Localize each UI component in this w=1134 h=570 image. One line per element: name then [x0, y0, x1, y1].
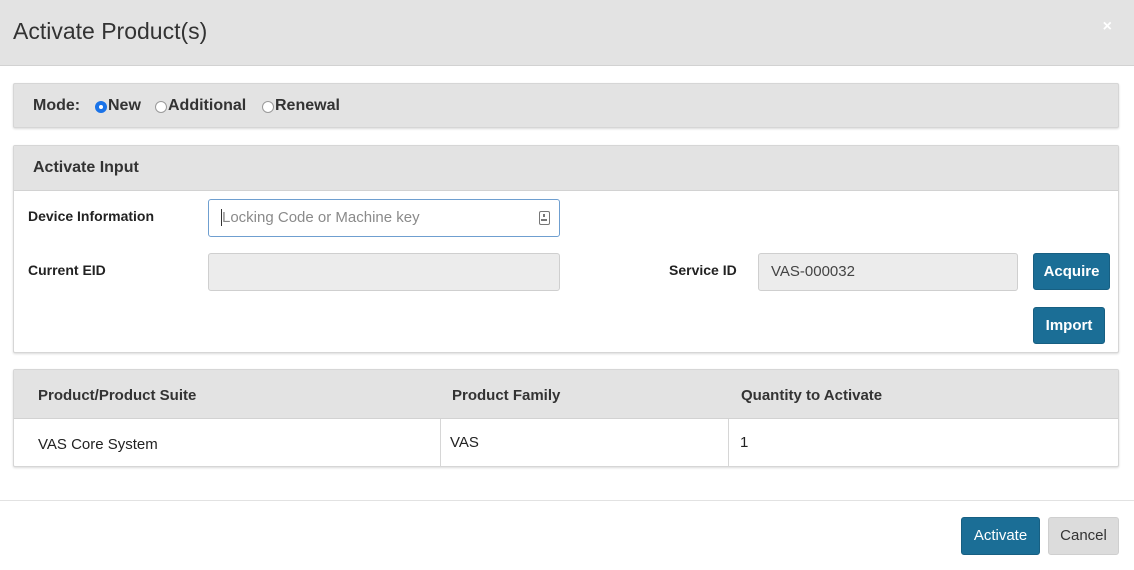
cancel-button[interactable]: Cancel: [1048, 517, 1119, 555]
acquire-button[interactable]: Acquire: [1033, 253, 1110, 290]
activate-button[interactable]: Activate: [961, 517, 1040, 555]
service-id-label: Service ID: [669, 262, 737, 278]
mode-option-label: Additional: [168, 97, 247, 114]
mode-option-label: New: [108, 97, 141, 114]
column-divider: [440, 419, 441, 467]
mode-option-renewal[interactable]: Renewal: [262, 97, 340, 115]
import-button[interactable]: Import: [1033, 307, 1105, 344]
table-header-row: Product/Product Suite Product Family Qua…: [14, 370, 1118, 419]
activate-input-header: Activate Input: [14, 146, 1118, 191]
mode-option-additional[interactable]: Additional: [155, 97, 246, 115]
device-information-input[interactable]: Locking Code or Machine key: [208, 199, 560, 237]
radio-additional[interactable]: [155, 101, 167, 113]
radio-new[interactable]: [95, 101, 107, 113]
device-information-label: Device Information: [28, 208, 155, 224]
activate-input-title: Activate Input: [33, 159, 139, 176]
radio-renewal[interactable]: [262, 101, 274, 113]
mode-option-label: Renewal: [275, 97, 340, 114]
close-button[interactable]: ×: [1103, 18, 1112, 36]
cell-quantity: 1: [740, 434, 749, 451]
current-eid-label: Current EID: [28, 262, 106, 278]
mode-option-new[interactable]: New: [95, 97, 141, 115]
service-id-input: VAS-000032: [758, 253, 1018, 291]
column-divider: [728, 419, 729, 467]
text-caret: [221, 208, 222, 226]
mode-panel: Mode: New Additional Renewal: [13, 83, 1119, 128]
footer-divider: [0, 500, 1134, 501]
column-header-quantity: Quantity to Activate: [741, 387, 883, 404]
dialog-title: Activate Product(s): [13, 18, 208, 44]
products-table: Product/Product Suite Product Family Qua…: [13, 369, 1119, 467]
column-header-family: Product Family: [452, 387, 561, 404]
cell-family: VAS: [450, 434, 479, 451]
device-information-placeholder: Locking Code or Machine key: [222, 209, 420, 226]
current-eid-input: [208, 253, 560, 291]
key-icon: [539, 211, 550, 225]
dialog-header: Activate Product(s) ×: [0, 0, 1134, 66]
cell-product: VAS Core System: [38, 436, 158, 453]
mode-label: Mode:: [33, 97, 81, 114]
column-header-product: Product/Product Suite: [38, 387, 197, 404]
activate-input-panel: Activate Input Device Information Lockin…: [13, 145, 1119, 353]
activate-products-dialog: Activate Product(s) × Mode: New Addition…: [0, 0, 1134, 570]
